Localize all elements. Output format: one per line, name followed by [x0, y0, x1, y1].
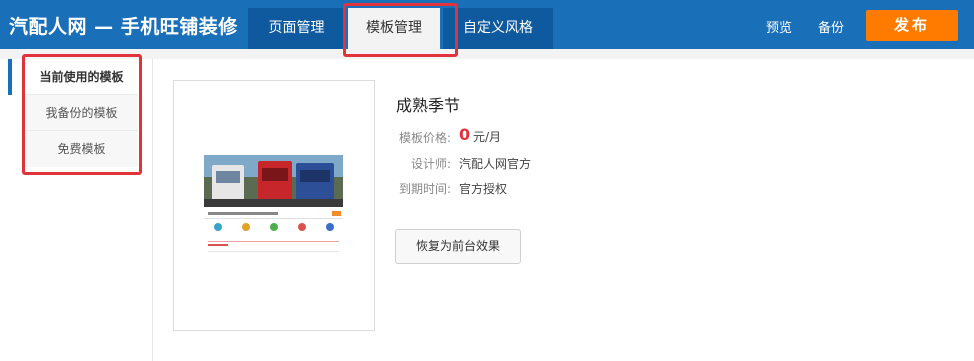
- backup-link[interactable]: 备份: [818, 17, 844, 36]
- price-value: 0: [459, 125, 471, 144]
- publish-button[interactable]: 发布: [866, 10, 958, 41]
- app-title: 汽配人网 — 手机旺铺装修: [9, 16, 238, 38]
- price-label: 模板价格:: [398, 131, 451, 145]
- highlight-box-tab: [343, 3, 458, 57]
- tab-page-management[interactable]: 页面管理: [248, 8, 345, 49]
- designer-value: 汽配人网官方: [459, 157, 532, 171]
- template-name: 成熟季节: [396, 96, 461, 115]
- expiry-value: 官方授权: [459, 182, 508, 196]
- tab-custom-style[interactable]: 自定义风格: [443, 8, 553, 49]
- preview-link[interactable]: 预览: [766, 17, 792, 36]
- price-unit: 元/月: [473, 130, 502, 144]
- designer-label: 设计师:: [410, 157, 451, 171]
- restore-frontend-button[interactable]: 恢复为前台效果: [395, 229, 521, 264]
- highlight-box-sidebar: [22, 54, 142, 175]
- expiry-label: 到期时间:: [398, 182, 451, 196]
- sidebar-active-marker: [8, 59, 12, 95]
- template-thumbnail-image: [204, 155, 343, 257]
- content-top-gap: [0, 49, 974, 59]
